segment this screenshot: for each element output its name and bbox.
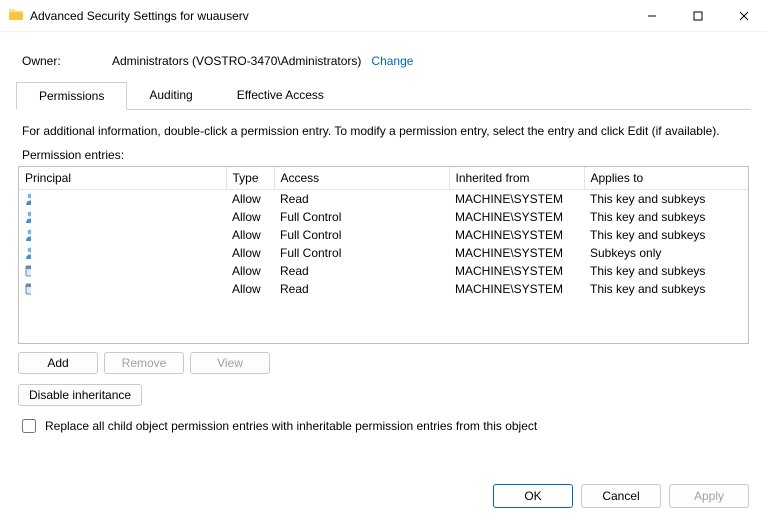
cell-applies-to: This key and subkeys (584, 262, 748, 280)
tab-auditing-label: Auditing (149, 88, 192, 102)
group-icon (25, 192, 31, 206)
cell-access: Read (274, 190, 449, 209)
group-icon (25, 228, 31, 242)
view-button[interactable]: View (190, 352, 270, 374)
cell-type: Allow (226, 262, 274, 280)
cell-inherited-from: MACHINE\SYSTEM (449, 280, 584, 298)
table-row[interactable]: CREATOR OWNER AllowFull ControlMACHINE\SY… (19, 244, 748, 262)
permission-table: Principal Type Access Inherited from App… (19, 167, 748, 298)
entries-label: Permission entries: (22, 148, 745, 162)
col-access[interactable]: Access (274, 167, 449, 190)
minimize-button[interactable] (629, 1, 675, 31)
cell-type: Allow (226, 190, 274, 209)
col-principal[interactable]: Principal (19, 167, 226, 190)
owner-row: Owner: Administrators (VOSTRO-3470\Admin… (22, 54, 751, 68)
titlebar: Advanced Security Settings for wuauserv (0, 0, 767, 32)
col-applies-to[interactable]: Applies to (584, 167, 748, 190)
package-icon (25, 264, 31, 278)
package-icon (25, 282, 31, 296)
disable-inheritance-row: Disable inheritance (18, 384, 751, 406)
tab-effective-access[interactable]: Effective Access (215, 82, 346, 109)
tab-permissions-label: Permissions (39, 89, 104, 103)
cell-applies-to: This key and subkeys (584, 190, 748, 209)
tab-effective-access-label: Effective Access (237, 88, 324, 102)
table-row[interactable]: ALL APPLICATION PACKAGES AllowReadMACHINE… (19, 262, 748, 280)
replace-checkbox[interactable] (22, 419, 36, 433)
table-row[interactable]: Account Unknown(S-1-15-3-10... AllowReadM… (19, 280, 748, 298)
info-text: For additional information, double-click… (22, 124, 745, 138)
add-button[interactable]: Add (18, 352, 98, 374)
cell-principal: Administrators (VOSTRO-3470\... (19, 208, 31, 226)
dialog-footer: OK Cancel Apply (0, 476, 767, 520)
cell-applies-to: This key and subkeys (584, 226, 748, 244)
cell-principal: ALL APPLICATION PACKAGES (19, 262, 31, 280)
cell-applies-to: This key and subkeys (584, 280, 748, 298)
cell-access: Full Control (274, 244, 449, 262)
cancel-button[interactable]: Cancel (581, 484, 661, 508)
close-button[interactable] (721, 1, 767, 31)
cell-type: Allow (226, 226, 274, 244)
window-title: Advanced Security Settings for wuauserv (30, 9, 249, 23)
cell-applies-to: Subkeys only (584, 244, 748, 262)
cell-inherited-from: MACHINE\SYSTEM (449, 226, 584, 244)
tab-strip: Permissions Auditing Effective Access (16, 82, 751, 110)
replace-checkbox-label: Replace all child object permission entr… (45, 419, 537, 433)
maximize-button[interactable] (675, 1, 721, 31)
cell-access: Full Control (274, 208, 449, 226)
cell-access: Full Control (274, 226, 449, 244)
apply-button[interactable]: Apply (669, 484, 749, 508)
tab-auditing[interactable]: Auditing (127, 82, 214, 109)
table-row[interactable]: Administrators (VOSTRO-3470\... AllowFull… (19, 208, 748, 226)
cell-principal: SYSTEM (19, 226, 31, 244)
cell-type: Allow (226, 208, 274, 226)
cell-access: Read (274, 262, 449, 280)
owner-change-link[interactable]: Change (371, 54, 413, 68)
cell-access: Read (274, 280, 449, 298)
permission-grid: Principal Type Access Inherited from App… (18, 166, 749, 344)
cell-principal: Account Unknown(S-1-15-3-10... (19, 280, 31, 298)
replace-checkbox-row: Replace all child object permission entr… (18, 416, 749, 436)
col-inherited-from[interactable]: Inherited from (449, 167, 584, 190)
owner-label: Owner: (22, 54, 112, 68)
cell-applies-to: This key and subkeys (584, 208, 748, 226)
tab-permissions[interactable]: Permissions (16, 82, 127, 110)
cell-type: Allow (226, 244, 274, 262)
cell-inherited-from: MACHINE\SYSTEM (449, 190, 584, 209)
cell-inherited-from: MACHINE\SYSTEM (449, 262, 584, 280)
window-buttons (629, 1, 767, 31)
row-buttons: Add Remove View (18, 352, 751, 374)
table-row[interactable]: SYSTEM AllowFull ControlMACHINE\SYSTEMThi… (19, 226, 748, 244)
table-header-row: Principal Type Access Inherited from App… (19, 167, 748, 190)
cell-type: Allow (226, 280, 274, 298)
cell-principal: Users (VOSTRO-3470\Users) (19, 190, 31, 208)
folder-icon (8, 6, 24, 25)
disable-inheritance-button[interactable]: Disable inheritance (18, 384, 142, 406)
col-type[interactable]: Type (226, 167, 274, 190)
group-icon (25, 210, 31, 224)
cell-principal: CREATOR OWNER (19, 244, 31, 262)
group-icon (25, 246, 31, 260)
cell-inherited-from: MACHINE\SYSTEM (449, 244, 584, 262)
content-area: Owner: Administrators (VOSTRO-3470\Admin… (0, 32, 767, 444)
remove-button[interactable]: Remove (104, 352, 184, 374)
cell-inherited-from: MACHINE\SYSTEM (449, 208, 584, 226)
ok-button[interactable]: OK (493, 484, 573, 508)
owner-value: Administrators (VOSTRO-3470\Administrato… (112, 54, 361, 68)
table-row[interactable]: Users (VOSTRO-3470\Users) AllowReadMACHIN… (19, 190, 748, 209)
